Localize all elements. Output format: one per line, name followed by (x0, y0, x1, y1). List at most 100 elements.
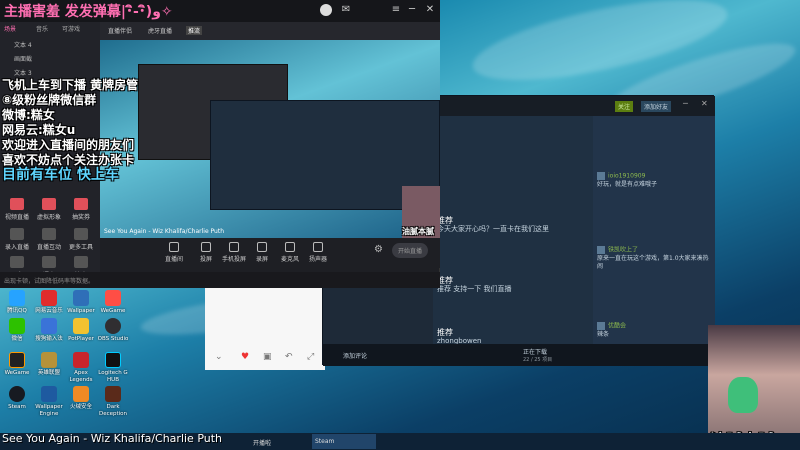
mic-button[interactable]: 麦克风 (276, 242, 304, 263)
desktop-icon[interactable]: PotPlayer (64, 318, 98, 343)
comment[interactable]: 优酷会 辣条 (597, 322, 713, 339)
overlay-line: 飞机上车到下播 黄牌房管 (2, 78, 139, 92)
minimize-icon[interactable]: ─ (683, 99, 688, 108)
minimize-icon[interactable]: ─ (406, 4, 418, 16)
expand-icon[interactable]: ⤢ (307, 352, 314, 362)
apex-icon (73, 352, 89, 368)
menu-icon[interactable]: ≡ (390, 4, 402, 16)
obs-icon (105, 318, 121, 334)
stream-overlay: 飞机上车到下播 黄牌房管 ⑧级粉丝牌微信群 微博:糕女 网易云:糕女u 欢迎进入… (2, 78, 202, 183)
desktop-icon[interactable]: Wallpaper (64, 290, 98, 315)
chevron-down-icon[interactable]: ⌄ (215, 352, 223, 362)
desktop: 腾讯QQ 网易云音乐 Wallpaper WeGame 微信 搜狗输入法 Pot… (0, 288, 140, 433)
desktop-icon[interactable]: WeGame (0, 352, 34, 377)
tool-interact[interactable]: 直播互动 (34, 228, 64, 251)
download-progress-text: 22 / 25 项目 (523, 357, 553, 363)
add-friend-button[interactable]: 添加好友 (641, 101, 672, 112)
grid-icon (10, 256, 24, 268)
mic-icon (285, 242, 295, 252)
desktop-icon[interactable]: OBS Studio (96, 318, 130, 343)
player-icon (73, 318, 89, 334)
desktop-icon[interactable]: Apex Legends (64, 352, 98, 384)
cast-icon (201, 242, 211, 252)
tool-lottery[interactable]: 抽奖券 (66, 198, 96, 221)
tool-video[interactable]: 视频直播 (2, 198, 32, 221)
source-item[interactable]: 文本 4 (14, 40, 32, 49)
ticket-icon (74, 198, 88, 210)
tool-avatar[interactable]: 虚拟形象 (34, 198, 64, 221)
mail-icon[interactable]: ✉ (340, 4, 352, 16)
source-item[interactable]: 画面截 (14, 54, 32, 63)
document-window: ⌄ ♥ ▣ ↶ ⤢ (205, 288, 325, 370)
more-icon (74, 228, 88, 240)
tab-games[interactable]: 可游戏 (62, 24, 80, 33)
avatar (597, 246, 605, 254)
preview-tab[interactable]: 虎牙直播 (148, 26, 172, 35)
overlay-highlight: 目前有车位 快上车 (2, 167, 119, 183)
tab-music[interactable]: 音乐 (36, 24, 48, 33)
keyboard-icon (41, 318, 57, 334)
desktop-icon[interactable]: 英雄联盟 (32, 352, 66, 377)
desktop-icon[interactable]: 搜狗输入法 (32, 318, 66, 343)
desktop-icon[interactable]: 网易云音乐 (32, 290, 66, 315)
room-icon (169, 242, 179, 252)
taskbar-app[interactable]: Steam (312, 434, 376, 449)
post[interactable]: 推荐 推荐 支持一下 我们直播 (437, 276, 589, 294)
camera-preview: 油腻本腻 (402, 186, 440, 238)
record-button[interactable]: 录屏 (248, 242, 276, 263)
desktop-icon[interactable]: 微信 (0, 318, 34, 343)
wechat-icon (9, 318, 25, 334)
scene-badge: 推流 (186, 26, 203, 35)
desktop-icon[interactable]: Steam (0, 386, 34, 411)
tool-record[interactable]: 录入直播 (2, 228, 32, 251)
qq-icon (9, 290, 25, 306)
taskbar-app[interactable]: 开播啦 (250, 434, 310, 449)
download-status: 正在下载 (523, 349, 548, 356)
game-icon (105, 386, 121, 402)
start-live-button[interactable]: 开始直播 (392, 243, 429, 258)
desktop-icon[interactable]: 火绒安全 (64, 386, 98, 411)
lol-icon (41, 352, 57, 368)
follow-button[interactable]: 关注 (615, 101, 634, 112)
desktop-icon[interactable]: Logitech G HUB (96, 352, 130, 384)
voice-icon (42, 256, 56, 268)
close-icon[interactable]: ✕ (424, 4, 436, 16)
steam-icon (9, 386, 25, 402)
reply-button[interactable]: 添加评论 (343, 351, 367, 360)
undo-icon[interactable]: ↶ (285, 352, 293, 362)
phone-cast-button[interactable]: 手机投屏 (220, 242, 248, 263)
post[interactable]: 推荐 今天大家开心吗？一直卡在我们这里 (437, 216, 589, 234)
status-bar: 出现卡顿，试图降低码率等数据。 (0, 272, 440, 288)
mini-song: See You Again - Wiz Khalifa/Charlie Puth (104, 228, 225, 235)
live-toolbar: 直播间 投屏 手机投屏 录屏 麦克风 扬声器 ⚙ 开始直播 (100, 238, 440, 268)
desktop-icon[interactable]: Dark Deception (96, 386, 130, 418)
tool-more[interactable]: 更多工具 (66, 228, 96, 251)
speaker-button[interactable]: 扬声器 (304, 242, 332, 263)
source-item[interactable]: 文本 3 (14, 68, 32, 77)
link-icon (74, 256, 88, 268)
heart-icon[interactable]: ♥ (241, 352, 249, 362)
close-icon[interactable]: ✕ (701, 99, 708, 108)
overlay-line: 网易云:糕女u (2, 123, 76, 137)
comment[interactable]: 铁凯吹上了 原来一直在玩这个游戏，第1.0大家来凑热闹 (597, 246, 713, 271)
record-icon (10, 228, 24, 240)
gift-icon[interactable]: ▣ (263, 352, 272, 362)
mascot-icon (728, 377, 758, 413)
avatar-icon (42, 198, 56, 210)
desktop-icon[interactable]: Wallpaper Engine (32, 386, 66, 418)
avatar[interactable] (320, 4, 332, 16)
webcam: 油腻本腻 (708, 325, 800, 450)
comment[interactable]: ioio1910909 好玩，就是有点难哦子 (597, 172, 713, 189)
music-icon (41, 290, 57, 306)
steam-posts: 推荐 今天大家开心吗？一直卡在我们这里 推荐 推荐 支持一下 我们直播 推荐 zhon… (433, 116, 593, 366)
room-button[interactable]: 直播间 (160, 242, 188, 263)
settings-icon[interactable]: ⚙ (374, 244, 383, 255)
wegame-icon (9, 352, 25, 368)
preview-tab[interactable]: 直播伴侣 (108, 26, 132, 35)
tab-scene[interactable]: 场景 (4, 24, 16, 33)
overlay-line: ⑧级粉丝牌微信群 (2, 93, 97, 107)
desktop-icon[interactable]: 腾讯QQ (0, 290, 34, 315)
cast-button[interactable]: 投屏 (192, 242, 220, 263)
desktop-icon[interactable]: WeGame (96, 290, 130, 315)
download-bar[interactable]: 添加评论 正在下载 22 / 25 项目 (323, 344, 715, 366)
